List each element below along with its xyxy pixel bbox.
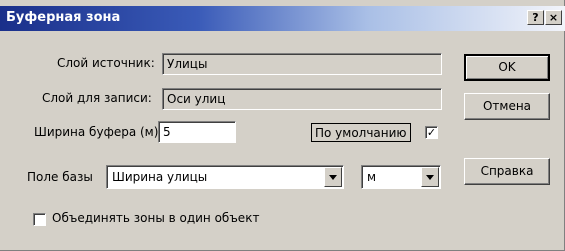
base-field-value: Ширина улицы — [112, 170, 208, 184]
merge-checkbox[interactable] — [33, 213, 46, 226]
help-button[interactable]: Справка — [464, 158, 550, 185]
source-layer-field: Улицы — [162, 53, 442, 75]
buffer-zone-dialog: Буферная зона ? × Слой источник: Улицы С… — [0, 0, 565, 251]
unit-value: м — [367, 170, 377, 184]
chevron-down-icon[interactable] — [421, 167, 439, 187]
source-layer-label: Слой источник: — [57, 56, 155, 70]
base-field-select[interactable]: Ширина улицы — [106, 165, 344, 189]
ok-button[interactable]: OK — [464, 54, 550, 81]
chevron-down-icon[interactable] — [324, 167, 342, 187]
close-icon[interactable]: × — [545, 10, 562, 25]
cancel-button[interactable]: Отмена — [464, 93, 550, 120]
base-field-label: Поле базы — [27, 170, 93, 184]
target-layer-field: Оси улиц — [162, 88, 442, 110]
merge-checkbox-label[interactable]: Объединять зоны в один объект — [52, 211, 259, 225]
title-bar[interactable]: Буферная зона ? × — [0, 6, 565, 31]
help-icon[interactable]: ? — [527, 10, 544, 25]
window-title: Буферная зона — [6, 10, 121, 25]
buffer-width-label: Ширина буфера (м) — [34, 125, 159, 139]
default-checkbox[interactable]: ✓ — [425, 126, 438, 139]
target-layer-label: Слой для записи: — [42, 91, 152, 105]
default-checkbox-label[interactable]: По умолчанию — [311, 123, 411, 142]
unit-select[interactable]: м — [361, 165, 441, 189]
buffer-width-input[interactable]: 5 — [158, 121, 236, 143]
